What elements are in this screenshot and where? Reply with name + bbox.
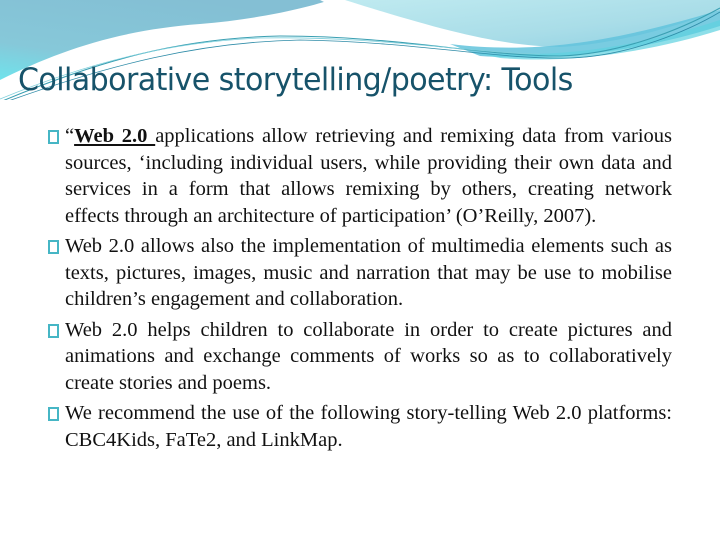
- bullet-text: We recommend the use of the following st…: [65, 402, 672, 451]
- bullet-item-collaboration: Web 2.0 helps children to collaborate in…: [30, 317, 672, 397]
- hollow-square-bullet-icon: [48, 323, 59, 338]
- bullet-list: “Web 2.0 applications allow retrieving a…: [30, 123, 672, 457]
- bullet-text: Web 2.0 allows also the implementation o…: [65, 235, 672, 310]
- hollow-square-bullet-icon: [48, 407, 59, 421]
- bullet-text: applications allow retrieving and remixi…: [65, 125, 672, 227]
- bullet-text: Web 2.0 helps children to collaborate in…: [65, 318, 672, 394]
- web20-term: Web 2.0: [74, 125, 156, 147]
- hollow-square-bullet-icon: [48, 240, 59, 254]
- bullet-item-web20-definition: “Web 2.0 applications allow retrieving a…: [30, 123, 672, 229]
- slide-title: Collaborative storytelling/poetry: Tools: [18, 62, 573, 98]
- bullet-item-multimedia: Web 2.0 allows also the implementation o…: [30, 233, 672, 313]
- open-quote: “: [65, 125, 75, 147]
- bullet-item-recommendation: We recommend the use of the following st…: [30, 400, 672, 453]
- hollow-square-bullet-icon: [48, 130, 59, 144]
